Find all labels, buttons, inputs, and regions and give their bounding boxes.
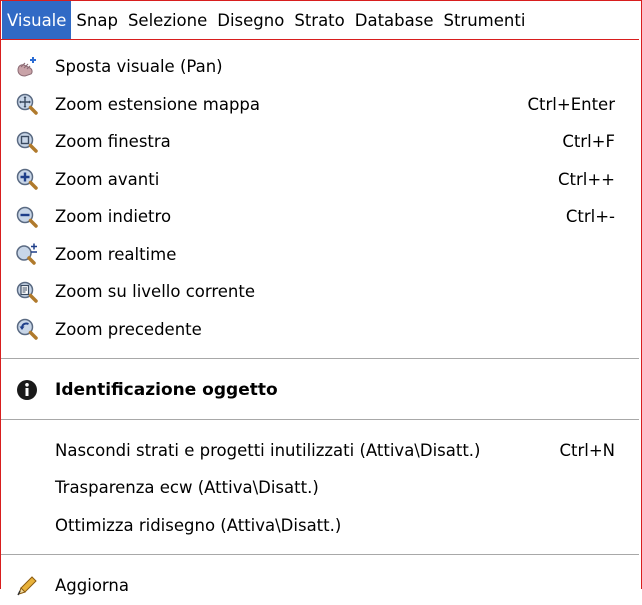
menu-selezione[interactable]: Selezione: [123, 1, 212, 39]
shortcut-label: Ctrl+Enter: [527, 94, 615, 114]
menu-item-ecw-transparency[interactable]: Trasparenza ecw (Attiva\Disatt.): [1, 469, 639, 507]
shortcut-label: Ctrl++: [557, 169, 615, 189]
menu-disegno[interactable]: Disegno: [212, 1, 289, 39]
menu-item-label: Zoom estensione mappa: [55, 94, 261, 114]
menu-separator: [1, 418, 639, 420]
zoom-extent-icon: [15, 92, 39, 116]
menu-item-optimize-redraw[interactable]: Ottimizza ridisegno (Attiva\Disatt.): [1, 507, 639, 545]
zoom-previous-icon: [15, 317, 39, 341]
pencil-icon: [15, 574, 39, 598]
menu-item-label: Zoom finestra: [55, 132, 171, 152]
zoom-layer-icon: [15, 280, 39, 304]
menu-item-hide-unused-layers[interactable]: Nascondi strati e progetti inutilizzati …: [1, 432, 639, 470]
menu-item-label: Ottimizza ridisegno (Attiva\Disatt.): [55, 515, 342, 535]
menu-item-label: Nascondi strati e progetti inutilizzati …: [55, 440, 481, 460]
menu-database[interactable]: Database: [350, 1, 439, 39]
menu-item-label: Sposta visuale (Pan): [55, 57, 223, 77]
menu-item-label: Zoom indietro: [55, 207, 172, 227]
menu-item-label: Zoom avanti: [55, 169, 160, 189]
menu-item-label: Zoom su livello corrente: [55, 282, 256, 302]
menu-item-zoom-in[interactable]: Zoom avanti Ctrl++: [1, 161, 639, 199]
menu-item-zoom-window[interactable]: Zoom finestra Ctrl+F: [1, 123, 639, 161]
menu-item-pan[interactable]: Sposta visuale (Pan): [1, 48, 639, 86]
menu-bar: Visuale Snap Selezione Disegno Strato Da…: [1, 1, 639, 40]
visuale-dropdown: Sposta visuale (Pan) Zoom estensione map…: [1, 48, 639, 605]
menu-item-zoom-realtime[interactable]: Zoom realtime: [1, 236, 639, 274]
info-icon: [15, 378, 39, 402]
zoom-window-icon: [15, 130, 39, 154]
menu-strumenti[interactable]: Strumenti: [438, 1, 530, 39]
pan-hand-icon: [15, 55, 39, 79]
menu-item-zoom-previous[interactable]: Zoom precedente: [1, 311, 639, 349]
menu-item-label: Identificazione oggetto: [55, 379, 278, 400]
menu-separator: [1, 358, 639, 359]
shortcut-label: Ctrl+F: [562, 132, 615, 152]
menu-snap[interactable]: Snap: [71, 1, 123, 39]
menu-item-refresh[interactable]: Aggiorna: [1, 567, 639, 605]
menu-visuale[interactable]: Visuale: [2, 1, 72, 39]
zoom-in-icon: [15, 167, 39, 191]
zoom-out-icon: [15, 205, 39, 229]
menu-item-zoom-extent[interactable]: Zoom estensione mappa Ctrl+Enter: [1, 86, 639, 124]
menu-item-zoom-layer[interactable]: Zoom su livello corrente: [1, 273, 639, 311]
menu-strato[interactable]: Strato: [289, 1, 349, 39]
shortcut-label: Ctrl+-: [565, 207, 615, 227]
menu-item-zoom-out[interactable]: Zoom indietro Ctrl+-: [1, 198, 639, 236]
menu-item-label: Trasparenza ecw (Attiva\Disatt.): [55, 478, 319, 498]
menu-item-label: Zoom precedente: [55, 319, 202, 339]
zoom-realtime-icon: [15, 242, 39, 266]
shortcut-label: Ctrl+N: [559, 440, 615, 460]
menu-separator: [1, 554, 639, 555]
menu-item-label: Aggiorna: [55, 576, 129, 596]
menu-item-label: Zoom realtime: [55, 244, 177, 264]
menu-item-identify[interactable]: Identificazione oggetto: [1, 371, 639, 409]
